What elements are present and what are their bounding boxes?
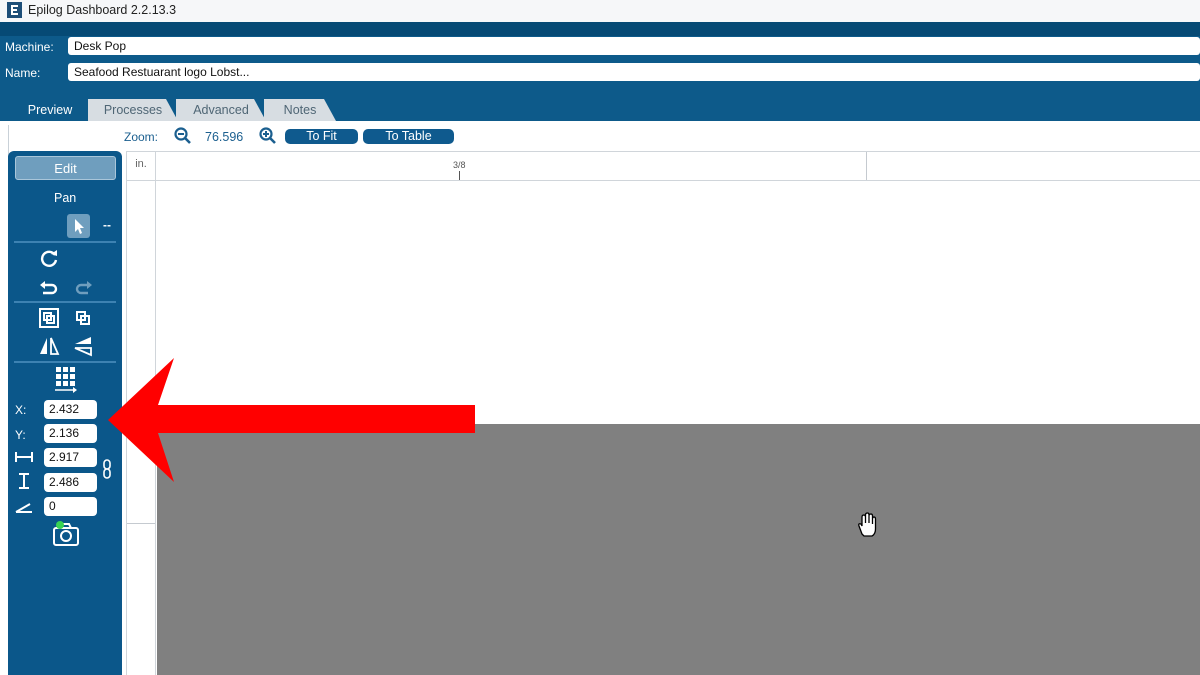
x-label: X: [15, 403, 27, 417]
tab-notes[interactable]: Notes [264, 99, 336, 121]
zoom-value: 76.596 [205, 130, 244, 144]
window-title: Epilog Dashboard 2.2.13.3 [28, 3, 177, 17]
width-field[interactable]: 2.917 [44, 448, 97, 467]
zoom-in-icon[interactable] [258, 127, 278, 145]
width-icon [14, 450, 34, 464]
y-label: Y: [15, 428, 26, 442]
app-logo-icon [7, 2, 22, 18]
divider [14, 361, 116, 363]
edit-button[interactable]: Edit [15, 156, 116, 180]
ungroup-icon[interactable] [72, 307, 94, 329]
undo-icon[interactable] [38, 276, 60, 298]
tab-content-top [0, 121, 1200, 125]
zoom-out-icon[interactable] [173, 127, 193, 145]
height-field[interactable]: 2.486 [44, 473, 97, 492]
ruler-divider [127, 523, 155, 524]
tab-advanced[interactable]: Advanced [176, 99, 266, 121]
ruler-tick [459, 171, 460, 180]
title-bar: Epilog Dashboard 2.2.13.3 [0, 0, 1200, 23]
pointer-icon[interactable] [67, 214, 90, 238]
hand-cursor-icon [856, 512, 878, 538]
ruler-tick-label: 3/8 [453, 160, 466, 170]
group-icon[interactable] [38, 307, 60, 329]
flip-horizontal-icon[interactable] [38, 335, 60, 357]
to-fit-button[interactable]: To Fit [285, 129, 358, 144]
redo-icon[interactable] [72, 276, 94, 298]
ruler-divider [866, 152, 867, 180]
align-grid-icon[interactable] [54, 366, 78, 394]
pointer-options-dash[interactable]: -- [103, 218, 111, 232]
name-label: Name: [5, 66, 41, 80]
refresh-icon[interactable] [38, 247, 60, 269]
x-position-field[interactable]: 2.432 [44, 400, 97, 419]
tab-preview[interactable]: Preview [10, 99, 90, 121]
divider [14, 241, 116, 243]
zoom-label: Zoom: [124, 130, 159, 144]
rotation-field[interactable]: 0 [44, 497, 97, 516]
divider [14, 301, 116, 303]
to-table-button[interactable]: To Table [363, 129, 454, 144]
camera-icon[interactable] [52, 521, 80, 547]
flip-vertical-icon[interactable] [72, 335, 94, 357]
height-icon [16, 472, 32, 490]
angle-icon [15, 501, 33, 513]
header-stripe [0, 22, 1200, 36]
pan-label: Pan [54, 191, 77, 205]
machine-label: Machine: [5, 40, 54, 54]
name-field[interactable]: Seafood Restuarant logo Lobst... [68, 63, 1200, 81]
annotation-arrow-icon [108, 358, 476, 482]
tab-processes[interactable]: Processes [88, 99, 178, 121]
ruler-unit: in. [126, 151, 156, 181]
machine-field[interactable]: Desk Pop [68, 37, 1200, 55]
ruler-top: 3/8 [156, 151, 1200, 181]
y-position-field[interactable]: 2.136 [44, 424, 97, 443]
